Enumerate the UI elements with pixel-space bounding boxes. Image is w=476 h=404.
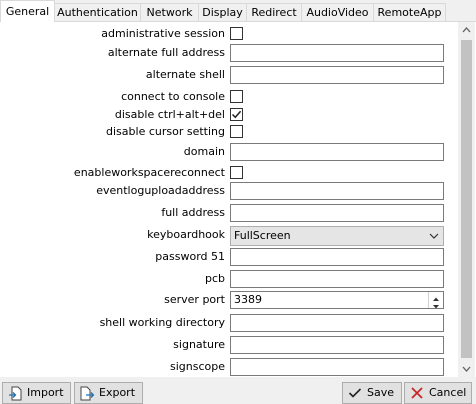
field-label: full address <box>161 206 225 219</box>
keyboardhook-value: FullScreen <box>234 229 291 242</box>
tab-label: Authentication <box>57 6 138 19</box>
tab-label: AudioVideo <box>306 6 369 19</box>
stepper-down-button[interactable] <box>429 300 443 309</box>
row-alternate-shell: alternate shell <box>0 64 456 85</box>
pcb-input[interactable] <box>230 270 444 288</box>
tab-label: Network <box>146 6 193 19</box>
checkmark-icon <box>231 110 242 119</box>
tab-network[interactable]: Network <box>141 3 199 21</box>
alternate-full-address-input[interactable] <box>230 44 444 62</box>
tab-label: Redirect <box>251 6 297 19</box>
tab-label: Display <box>202 6 243 19</box>
disable-cursor-setting-checkbox[interactable] <box>230 125 243 138</box>
connect-to-console-checkbox[interactable] <box>230 90 243 103</box>
field-label: signscope <box>170 360 225 373</box>
field-label: domain <box>183 145 225 158</box>
field-label: alternate shell <box>145 68 225 81</box>
tab-display[interactable]: Display <box>199 3 247 21</box>
import-button[interactable]: Import <box>2 382 71 404</box>
scroll-thumb[interactable] <box>461 40 472 358</box>
row-password-51: password 51 <box>0 246 456 267</box>
vertical-scrollbar[interactable] <box>458 22 475 377</box>
scroll-down-arrow-icon <box>462 366 471 372</box>
row-disable-cursor-setting: disable cursor setting <box>0 121 456 142</box>
tab-label: General <box>5 5 50 18</box>
cancel-label: Cancel <box>429 386 467 399</box>
save-label: Save <box>367 386 395 399</box>
dialog-footer: Import Export Save Cancel <box>0 377 476 404</box>
shell-working-directory-input[interactable] <box>230 314 444 332</box>
field-label: disable cursor setting <box>106 125 225 138</box>
row-signscope: signscope <box>0 356 456 377</box>
signscope-input[interactable] <box>230 358 444 376</box>
row-alternate-full-address: alternate full address <box>0 42 456 63</box>
tab-label: RemoteApp <box>377 6 442 19</box>
tab-strip: General Authentication Network Display R… <box>0 0 476 22</box>
row-signature: signature <box>0 334 456 355</box>
field-label: pcb <box>204 272 225 285</box>
row-eventloguploadaddress: eventloguploadaddress <box>0 180 456 201</box>
field-label: eventloguploadaddress <box>96 184 225 197</box>
server-port-value: 3389 <box>234 293 262 306</box>
password-51-input[interactable] <box>230 248 444 266</box>
field-label: server port <box>164 293 225 306</box>
row-administrative-session: administrative session <box>0 23 456 44</box>
alternate-shell-input[interactable] <box>230 66 444 84</box>
row-pcb: pcb <box>0 268 456 289</box>
domain-input[interactable] <box>230 143 444 161</box>
export-label: Export <box>99 386 136 399</box>
disable-ctrl-alt-del-checkbox[interactable] <box>230 108 243 121</box>
row-domain: domain <box>0 141 456 162</box>
scroll-down-button[interactable] <box>458 360 475 377</box>
export-file-icon <box>80 386 94 401</box>
stepper-up-button[interactable] <box>429 292 443 301</box>
scroll-up-button[interactable] <box>458 22 475 39</box>
tab-remoteapp[interactable]: RemoteApp <box>374 3 446 21</box>
chevron-down-icon <box>429 233 439 239</box>
signature-input[interactable] <box>230 336 444 354</box>
settings-list: administrative session alternate full ad… <box>0 22 456 377</box>
stepper-buttons <box>428 292 443 309</box>
row-full-address: full address <box>0 202 456 223</box>
tab-audiovideo[interactable]: AudioVideo <box>302 3 374 21</box>
row-shell-working-directory: shell working directory <box>0 312 456 333</box>
field-label: administrative session <box>101 27 225 40</box>
import-label: Import <box>27 386 64 399</box>
tab-redirect[interactable]: Redirect <box>247 3 302 21</box>
settings-panel: administrative session alternate full ad… <box>0 21 476 377</box>
row-keyboardhook: keyboardhook FullScreen <box>0 224 456 246</box>
eventloguploadaddress-input[interactable] <box>230 182 444 200</box>
tab-authentication[interactable]: Authentication <box>55 3 141 21</box>
caret-down-icon <box>433 305 439 309</box>
keyboardhook-select[interactable]: FullScreen <box>230 226 444 246</box>
x-icon <box>411 387 423 399</box>
export-button[interactable]: Export <box>74 382 143 404</box>
full-address-input[interactable] <box>230 204 444 222</box>
field-label: signature <box>173 338 225 351</box>
field-label: shell working directory <box>99 316 225 329</box>
enableworkspacereconnect-checkbox[interactable] <box>230 166 243 179</box>
tab-general[interactable]: General <box>0 0 55 22</box>
field-label: keyboardhook <box>147 228 225 241</box>
import-file-icon <box>9 386 22 401</box>
administrative-session-checkbox[interactable] <box>230 27 243 40</box>
row-server-port: server port 3389 <box>0 289 456 310</box>
cancel-button[interactable]: Cancel <box>404 382 472 404</box>
server-port-stepper[interactable]: 3389 <box>230 291 444 309</box>
field-label: password 51 <box>155 250 225 263</box>
scroll-up-arrow-icon <box>462 27 471 33</box>
checkmark-icon <box>348 388 362 398</box>
field-label: alternate full address <box>107 46 225 59</box>
save-button[interactable]: Save <box>342 382 402 404</box>
